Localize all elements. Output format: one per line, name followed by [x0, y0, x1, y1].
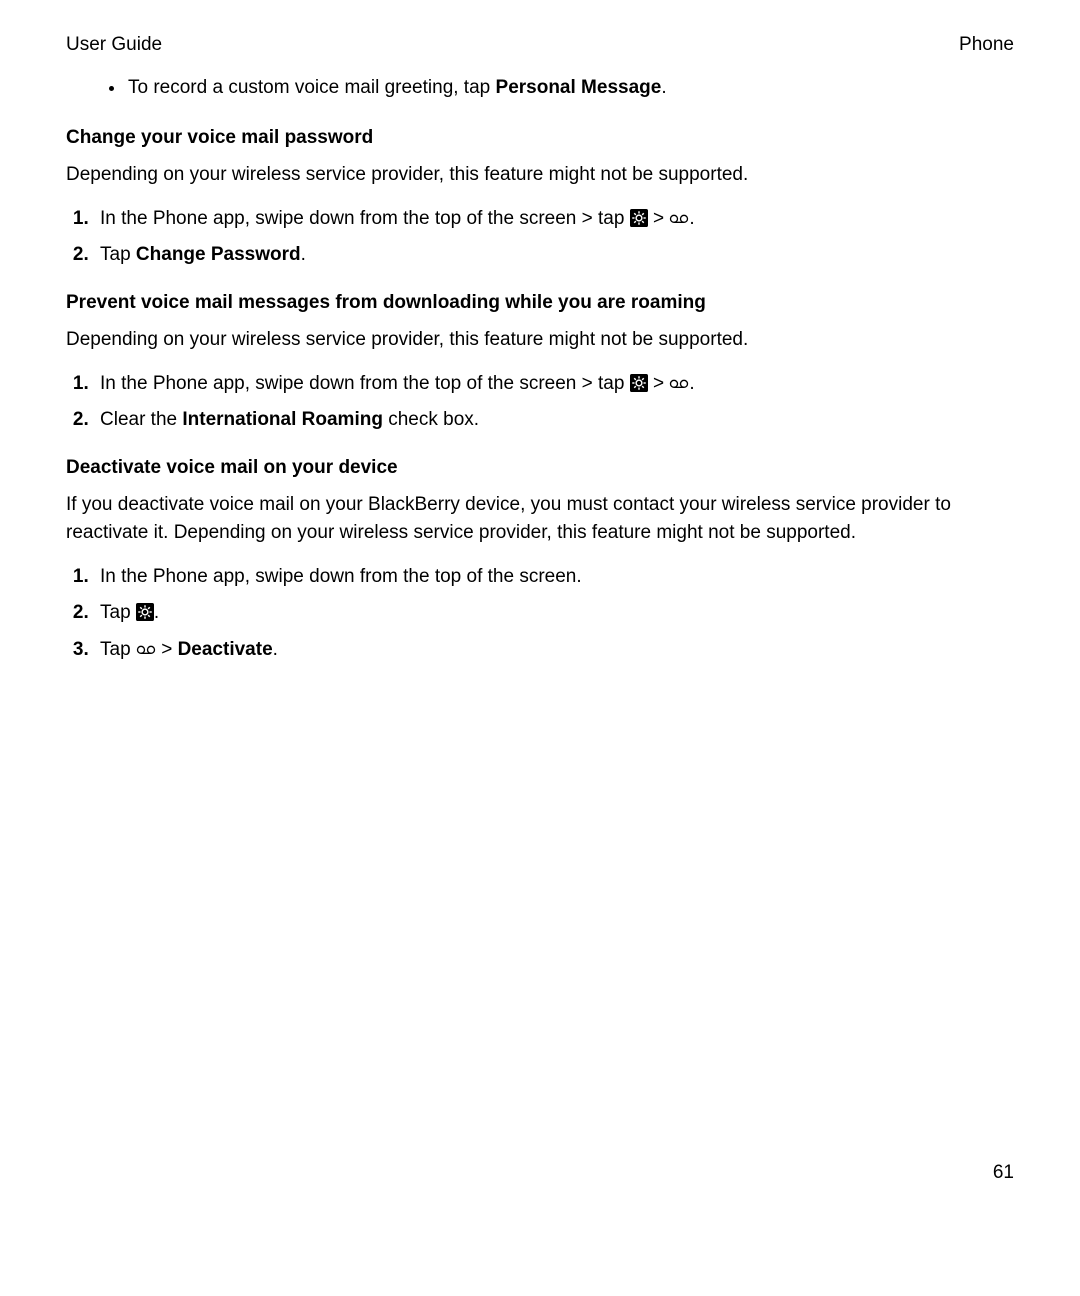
step-text: In the Phone app, swipe down from the to…	[100, 373, 630, 394]
step-text: .	[273, 639, 278, 660]
step-text: Tap	[100, 244, 136, 265]
page-header: User Guide Phone	[66, 34, 1014, 56]
page-content: To record a custom voice mail greeting, …	[66, 74, 1014, 663]
step-item: Tap .	[94, 599, 1014, 627]
step-text: >	[156, 639, 178, 660]
step-text: Tap	[100, 602, 136, 623]
step-bold: International Roaming	[182, 409, 383, 430]
step-text: .	[689, 373, 694, 394]
section-heading-change-password: Change your voice mail password	[66, 124, 1014, 152]
header-left: User Guide	[66, 34, 162, 56]
step-text: In the Phone app, swipe down from the to…	[100, 566, 582, 587]
step-text: Tap	[100, 639, 136, 660]
step-text: >	[648, 373, 670, 394]
settings-icon	[630, 373, 648, 391]
step-item: In the Phone app, swipe down from the to…	[94, 563, 1014, 591]
bullet-list: To record a custom voice mail greeting, …	[66, 74, 1014, 102]
steps-list: In the Phone app, swipe down from the to…	[66, 205, 1014, 269]
step-bold: Change Password	[136, 244, 301, 265]
page-number: 61	[993, 1162, 1014, 1184]
document-page: User Guide Phone To record a custom voic…	[0, 0, 1080, 1296]
step-item: In the Phone app, swipe down from the to…	[94, 205, 1014, 233]
section-heading-roaming: Prevent voice mail messages from downloa…	[66, 289, 1014, 317]
settings-icon	[630, 208, 648, 226]
step-text: Clear the	[100, 409, 182, 430]
step-text: .	[689, 208, 694, 229]
step-text: .	[301, 244, 306, 265]
settings-icon	[136, 602, 154, 620]
section-para: Depending on your wireless service provi…	[66, 326, 1014, 354]
step-item: Clear the International Roaming check bo…	[94, 406, 1014, 434]
section-heading-deactivate: Deactivate voice mail on your device	[66, 454, 1014, 482]
step-text: check box.	[383, 409, 479, 430]
bullet-text-bold: Personal Message	[496, 77, 662, 98]
steps-list: In the Phone app, swipe down from the to…	[66, 563, 1014, 664]
bullet-text-post: .	[661, 77, 666, 98]
step-bold: Deactivate	[178, 639, 273, 660]
voicemail-icon	[136, 637, 156, 651]
header-right: Phone	[959, 34, 1014, 56]
step-item: Tap > Deactivate.	[94, 636, 1014, 664]
voicemail-icon	[669, 206, 689, 220]
step-text: In the Phone app, swipe down from the to…	[100, 208, 630, 229]
step-text: .	[154, 602, 159, 623]
step-text: >	[648, 208, 670, 229]
steps-list: In the Phone app, swipe down from the to…	[66, 370, 1014, 434]
bullet-item: To record a custom voice mail greeting, …	[126, 74, 1014, 102]
section-para: If you deactivate voice mail on your Bla…	[66, 491, 1014, 546]
section-para: Depending on your wireless service provi…	[66, 161, 1014, 189]
voicemail-icon	[669, 371, 689, 385]
step-item: Tap Change Password.	[94, 241, 1014, 269]
step-item: In the Phone app, swipe down from the to…	[94, 370, 1014, 398]
bullet-text-pre: To record a custom voice mail greeting, …	[128, 77, 496, 98]
